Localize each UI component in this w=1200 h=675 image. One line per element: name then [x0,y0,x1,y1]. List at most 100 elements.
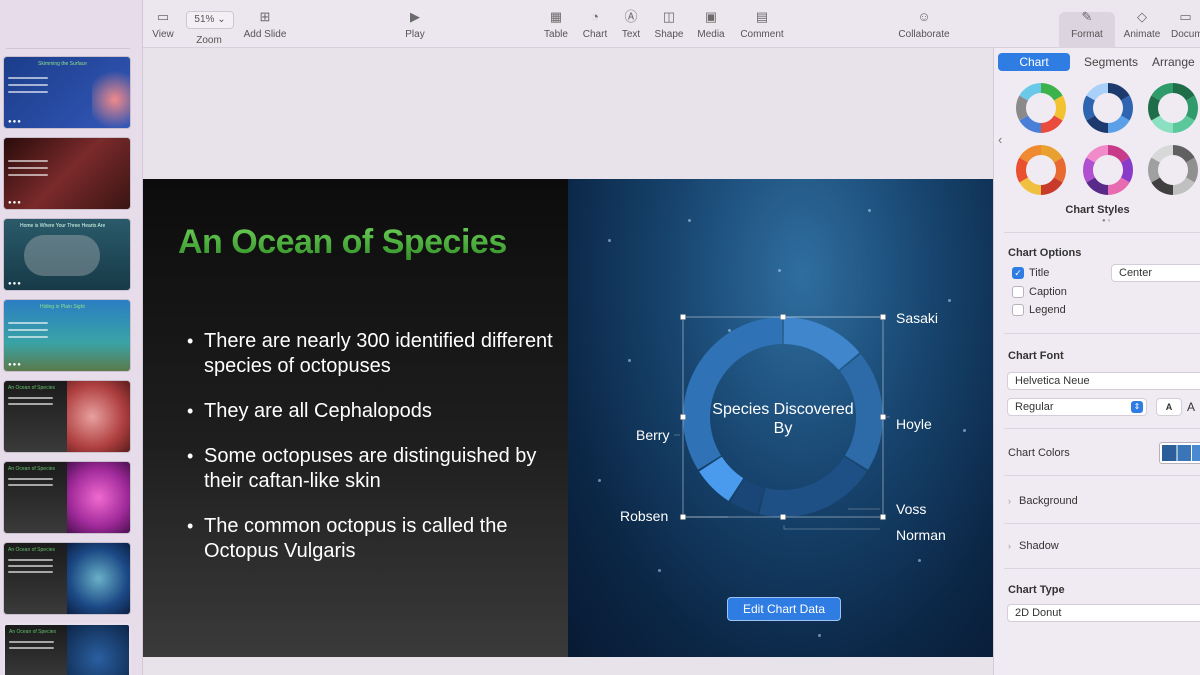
chart-style-swatch-4[interactable] [1016,145,1066,195]
play-button[interactable]: ▶ Play [404,10,426,41]
slide-thumbnail-7[interactable]: An Ocean of Species [3,542,131,615]
chart-styles-label: Chart Styles [1065,204,1130,216]
chart-style-swatch-6[interactable] [1148,145,1198,195]
chart-style-swatch-3[interactable] [1148,83,1198,133]
chart-label-hoyle[interactable]: Hoyle [896,416,932,432]
chart-label: Chart [582,29,608,40]
chart-label-norman[interactable]: Norman [896,527,946,543]
thumbnail-title: An Ocean of Species [8,466,55,472]
collaborate-button[interactable]: ☺ Collaborate [897,10,951,41]
slide-text-panel: An Ocean of Species There are nearly 300… [143,179,568,657]
font-style-select[interactable]: Regular ⇕ [1007,398,1147,416]
slide-thumbnail-8[interactable]: An Ocean of Species [3,623,131,675]
document-label: Document [1171,29,1200,40]
slide[interactable]: An Ocean of Species There are nearly 300… [143,179,993,657]
zoom-select[interactable]: 51% ⌄ [186,11,234,29]
format-label: Format [1071,29,1103,40]
title-position-select[interactable]: Center [1111,264,1200,282]
caption-checkbox[interactable] [1012,286,1024,298]
chart-style-swatch-1[interactable] [1016,83,1066,133]
table-button[interactable]: ▦ Table [543,10,569,41]
thumbnail-line [8,167,48,169]
shadow-disclosure[interactable]: › Shadow [1008,540,1059,552]
thumbnail-line [8,559,53,561]
resize-handle[interactable] [780,514,786,520]
thumbnail-map [24,235,100,276]
tab-chart[interactable]: Chart [998,53,1070,71]
bullet-list[interactable]: There are nearly 300 identified differen… [187,329,557,584]
divider [1004,428,1200,429]
shape-button[interactable]: ◫ Shape [653,10,685,41]
collaborate-label: Collaborate [898,29,950,40]
divider [1004,568,1200,569]
thumbnail-left-panel [4,381,67,452]
slide-thumbnail-1[interactable]: Skimming the Surface ●●● [3,56,131,129]
document-icon: ▭ [1179,10,1192,24]
bullet-item[interactable]: They are all Cephalopods [187,399,557,424]
slide-chart-panel: Species Discovered By Edit Chart Data Sa… [568,179,993,657]
font-size-smaller-button[interactable]: A [1156,398,1182,416]
animate-button[interactable]: ◇ Animate [1122,10,1162,41]
chart-type-select[interactable]: 2D Donut [1007,604,1200,622]
legend-checkbox[interactable] [1012,304,1024,316]
text-button[interactable]: Ⓐ Text [621,10,641,41]
thumbnail-title: An Ocean of Species [8,547,55,553]
edit-chart-data-button[interactable]: Edit Chart Data [727,597,841,621]
navigator-divider [6,48,130,49]
zoom-label-wrap: Zoom [195,35,223,46]
donut-segment-berry[interactable] [683,317,783,470]
zoom-label: Zoom [196,35,222,46]
tab-segments[interactable]: Segments [1076,53,1146,71]
divider [1004,333,1200,334]
slide-thumbnail-5[interactable]: An Ocean of Species [3,380,131,453]
background-disclosure[interactable]: › Background [1008,495,1078,507]
slide-title[interactable]: An Ocean of Species [178,223,507,262]
slide-thumbnail-2[interactable]: ●●● [3,137,131,210]
resize-handle[interactable] [680,314,686,320]
resize-handle[interactable] [680,414,686,420]
title-checkbox[interactable]: ✓ [1012,267,1024,279]
chart-button[interactable]: ◔ Chart [581,9,609,41]
page-dots[interactable]: ● ● [1102,218,1111,224]
slide-thumbnail-4[interactable]: Hiding in Plain Sight ●●● [3,299,131,372]
bullet-item[interactable]: Some octopuses are distinguished by thei… [187,444,557,494]
chart-title[interactable]: Species Discovered By [708,400,858,438]
chart-style-swatch-5[interactable] [1083,145,1133,195]
thumbnail-title: An Ocean of Species [8,385,55,391]
view-button[interactable]: ▭ View [151,9,175,41]
image-icon: ▣ [704,9,718,24]
chart-label-robsen[interactable]: Robsen [620,508,668,524]
document-button[interactable]: ▭ Document [1171,10,1200,40]
tab-arrange[interactable]: Arrange [1148,53,1200,71]
chart-styles-grid[interactable] [1016,82,1200,202]
chart-label-berry[interactable]: Berry [636,427,669,443]
text-label: Text [621,29,641,40]
format-button[interactable]: ✎ Format [1069,10,1105,41]
slide-thumbnail-3[interactable]: Home is Where Your Three Hearts Are ●●● [3,218,131,291]
bullet-item[interactable]: There are nearly 300 identified differen… [187,329,557,379]
font-size-larger-button[interactable]: A [1187,398,1200,416]
add-slide-button[interactable]: ⊞ Add Slide [242,10,288,41]
chevron-left-icon[interactable]: ‹ [998,132,1002,147]
donut-segment-sasaki[interactable] [783,317,860,370]
donut-segment-voss[interactable] [759,456,867,517]
resize-handle[interactable] [880,314,886,320]
thumbnail-line [8,77,48,79]
chart-font-label: Chart Font [1008,350,1064,362]
sidebar-icon: ▭ [156,9,170,24]
chart-colors-swatch[interactable] [1159,442,1200,464]
thumbnail-line [8,84,48,86]
chart-style-swatch-2[interactable] [1083,83,1133,133]
media-button[interactable]: ▣ Media [696,9,726,41]
comment-button[interactable]: ▤ Comment [739,10,785,41]
slide-thumbnail-6[interactable]: An Ocean of Species [3,461,131,534]
chart-icon: ◔ [591,9,599,24]
resize-handle[interactable] [880,514,886,520]
chart-label-voss[interactable]: Voss [896,501,926,517]
thumbnail-line [8,478,53,480]
font-family-select[interactable]: Helvetica Neue [1007,372,1200,390]
bullet-item[interactable]: The common octopus is called the Octopus… [187,514,557,564]
stepper-icon: ⇕ [1131,401,1143,413]
thumbnail-left-panel [4,462,67,533]
chart-label-sasaki[interactable]: Sasaki [896,310,938,326]
